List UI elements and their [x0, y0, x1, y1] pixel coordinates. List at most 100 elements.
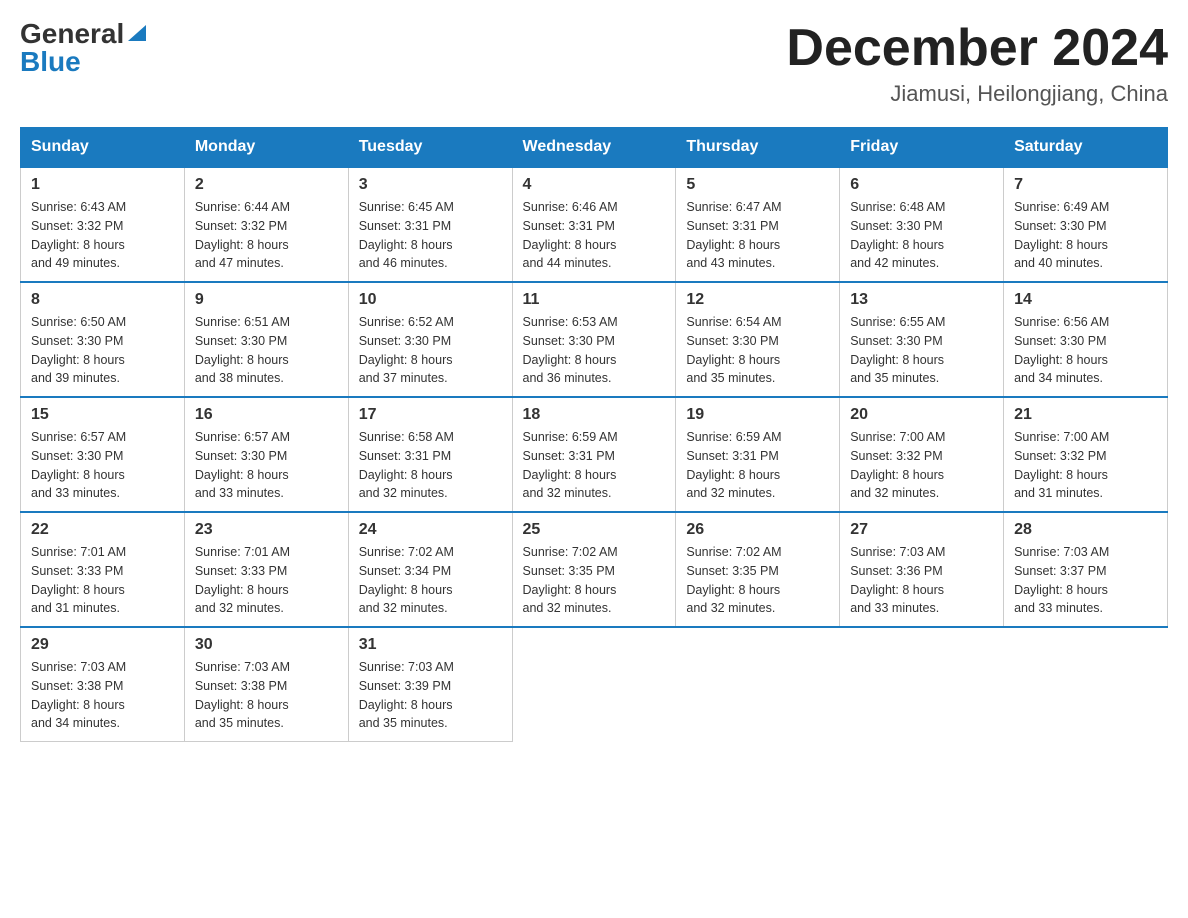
day-info: Sunrise: 6:59 AM Sunset: 3:31 PM Dayligh… — [523, 428, 666, 503]
logo-blue: Blue — [20, 48, 81, 76]
day-info: Sunrise: 6:48 AM Sunset: 3:30 PM Dayligh… — [850, 198, 993, 273]
day-number: 31 — [359, 636, 502, 654]
day-info: Sunrise: 7:02 AM Sunset: 3:34 PM Dayligh… — [359, 543, 502, 618]
weekday-header-sunday: Sunday — [21, 128, 185, 168]
day-info: Sunrise: 7:03 AM Sunset: 3:38 PM Dayligh… — [31, 658, 174, 733]
day-info: Sunrise: 7:03 AM Sunset: 3:37 PM Dayligh… — [1014, 543, 1157, 618]
calendar-cell: 4Sunrise: 6:46 AM Sunset: 3:31 PM Daylig… — [512, 167, 676, 282]
calendar-cell: 30Sunrise: 7:03 AM Sunset: 3:38 PM Dayli… — [184, 627, 348, 742]
calendar-cell — [840, 627, 1004, 742]
day-number: 22 — [31, 521, 174, 539]
day-number: 6 — [850, 176, 993, 194]
day-number: 11 — [523, 291, 666, 309]
calendar-cell: 26 Sunrise: 7:02 AM Sunset: 3:35 PM Dayli… — [676, 512, 840, 627]
day-info: Sunrise: 6:59 AM Sunset: 3:31 PM Dayligh… — [686, 428, 829, 503]
logo-triangle-icon — [126, 21, 148, 43]
day-number: 24 — [359, 521, 502, 539]
calendar-cell: 25 Sunrise: 7:02 AM Sunset: 3:35 PM Dayli… — [512, 512, 676, 627]
calendar-week-row: 1 Sunrise: 6:43 AM Sunset: 3:32 PM Daylig… — [21, 167, 1168, 282]
calendar-cell: 2Sunrise: 6:44 AM Sunset: 3:32 PM Daylig… — [184, 167, 348, 282]
weekday-header-thursday: Thursday — [676, 128, 840, 168]
day-info: Sunrise: 6:45 AM Sunset: 3:31 PM Dayligh… — [359, 198, 502, 273]
weekday-header-wednesday: Wednesday — [512, 128, 676, 168]
day-number: 1 — [31, 176, 174, 194]
calendar-cell: 20Sunrise: 7:00 AM Sunset: 3:32 PM Dayli… — [840, 397, 1004, 512]
day-info: Sunrise: 7:01 AM Sunset: 3:33 PM Dayligh… — [31, 543, 174, 618]
calendar-cell: 14 Sunrise: 6:56 AM Sunset: 3:30 PM Dayli… — [1004, 282, 1168, 397]
day-info: Sunrise: 7:01 AM Sunset: 3:33 PM Dayligh… — [195, 543, 338, 618]
calendar-cell: 3 Sunrise: 6:45 AM Sunset: 3:31 PM Daylig… — [348, 167, 512, 282]
weekday-header-row: SundayMondayTuesdayWednesdayThursdayFrid… — [21, 128, 1168, 168]
day-info: Sunrise: 7:03 AM Sunset: 3:39 PM Dayligh… — [359, 658, 502, 733]
day-number: 29 — [31, 636, 174, 654]
day-number: 8 — [31, 291, 174, 309]
weekday-header-tuesday: Tuesday — [348, 128, 512, 168]
day-number: 23 — [195, 521, 338, 539]
day-number: 7 — [1014, 176, 1157, 194]
calendar-cell: 10 Sunrise: 6:52 AM Sunset: 3:30 PM Dayli… — [348, 282, 512, 397]
day-number: 3 — [359, 176, 502, 194]
day-info: Sunrise: 6:57 AM Sunset: 3:30 PM Dayligh… — [195, 428, 338, 503]
day-number: 2 — [195, 176, 338, 194]
day-info: Sunrise: 6:55 AM Sunset: 3:30 PM Dayligh… — [850, 313, 993, 388]
day-number: 30 — [195, 636, 338, 654]
calendar-week-row: 15Sunrise: 6:57 AM Sunset: 3:30 PM Dayli… — [21, 397, 1168, 512]
calendar-cell: 8 Sunrise: 6:50 AM Sunset: 3:30 PM Daylig… — [21, 282, 185, 397]
logo: General Blue — [20, 20, 148, 76]
calendar-cell: 1 Sunrise: 6:43 AM Sunset: 3:32 PM Daylig… — [21, 167, 185, 282]
weekday-header-monday: Monday — [184, 128, 348, 168]
calendar-cell: 21 Sunrise: 7:00 AM Sunset: 3:32 PM Dayli… — [1004, 397, 1168, 512]
day-info: Sunrise: 6:43 AM Sunset: 3:32 PM Dayligh… — [31, 198, 174, 273]
calendar-cell: 27Sunrise: 7:03 AM Sunset: 3:36 PM Dayli… — [840, 512, 1004, 627]
day-number: 10 — [359, 291, 502, 309]
calendar-cell: 19 Sunrise: 6:59 AM Sunset: 3:31 PM Dayli… — [676, 397, 840, 512]
day-number: 21 — [1014, 406, 1157, 424]
day-number: 28 — [1014, 521, 1157, 539]
calendar-cell: 6 Sunrise: 6:48 AM Sunset: 3:30 PM Daylig… — [840, 167, 1004, 282]
day-number: 26 — [686, 521, 829, 539]
location-title: Jiamusi, Heilongjiang, China — [786, 81, 1168, 107]
day-number: 12 — [686, 291, 829, 309]
calendar-cell: 22 Sunrise: 7:01 AM Sunset: 3:33 PM Dayli… — [21, 512, 185, 627]
day-number: 19 — [686, 406, 829, 424]
day-number: 14 — [1014, 291, 1157, 309]
day-info: Sunrise: 6:52 AM Sunset: 3:30 PM Dayligh… — [359, 313, 502, 388]
calendar-table: SundayMondayTuesdayWednesdayThursdayFrid… — [20, 127, 1168, 742]
month-title: December 2024 — [786, 20, 1168, 77]
day-number: 17 — [359, 406, 502, 424]
calendar-week-row: 22 Sunrise: 7:01 AM Sunset: 3:33 PM Dayli… — [21, 512, 1168, 627]
calendar-cell: 31 Sunrise: 7:03 AM Sunset: 3:39 PM Dayli… — [348, 627, 512, 742]
day-number: 16 — [195, 406, 338, 424]
day-info: Sunrise: 6:53 AM Sunset: 3:30 PM Dayligh… — [523, 313, 666, 388]
calendar-cell — [1004, 627, 1168, 742]
calendar-cell: 29 Sunrise: 7:03 AM Sunset: 3:38 PM Dayli… — [21, 627, 185, 742]
day-number: 9 — [195, 291, 338, 309]
day-number: 13 — [850, 291, 993, 309]
day-info: Sunrise: 6:49 AM Sunset: 3:30 PM Dayligh… — [1014, 198, 1157, 273]
calendar-cell: 28 Sunrise: 7:03 AM Sunset: 3:37 PM Dayli… — [1004, 512, 1168, 627]
calendar-cell: 12Sunrise: 6:54 AM Sunset: 3:30 PM Dayli… — [676, 282, 840, 397]
day-number: 25 — [523, 521, 666, 539]
day-number: 18 — [523, 406, 666, 424]
calendar-cell: 15Sunrise: 6:57 AM Sunset: 3:30 PM Dayli… — [21, 397, 185, 512]
day-number: 27 — [850, 521, 993, 539]
calendar-cell — [512, 627, 676, 742]
calendar-cell: 18 Sunrise: 6:59 AM Sunset: 3:31 PM Dayli… — [512, 397, 676, 512]
weekday-header-saturday: Saturday — [1004, 128, 1168, 168]
calendar-week-row: 8 Sunrise: 6:50 AM Sunset: 3:30 PM Daylig… — [21, 282, 1168, 397]
day-info: Sunrise: 7:02 AM Sunset: 3:35 PM Dayligh… — [686, 543, 829, 618]
day-number: 20 — [850, 406, 993, 424]
day-info: Sunrise: 6:50 AM Sunset: 3:30 PM Dayligh… — [31, 313, 174, 388]
calendar-cell: 13 Sunrise: 6:55 AM Sunset: 3:30 PM Dayli… — [840, 282, 1004, 397]
calendar-week-row: 29 Sunrise: 7:03 AM Sunset: 3:38 PM Dayli… — [21, 627, 1168, 742]
calendar-cell: 7 Sunrise: 6:49 AM Sunset: 3:30 PM Daylig… — [1004, 167, 1168, 282]
calendar-cell: 23 Sunrise: 7:01 AM Sunset: 3:33 PM Dayli… — [184, 512, 348, 627]
day-info: Sunrise: 7:00 AM Sunset: 3:32 PM Dayligh… — [1014, 428, 1157, 503]
day-info: Sunrise: 7:02 AM Sunset: 3:35 PM Dayligh… — [523, 543, 666, 618]
day-info: Sunrise: 6:56 AM Sunset: 3:30 PM Dayligh… — [1014, 313, 1157, 388]
page-header: General Blue December 2024 Jiamusi, Heil… — [20, 20, 1168, 107]
day-number: 5 — [686, 176, 829, 194]
day-info: Sunrise: 6:51 AM Sunset: 3:30 PM Dayligh… — [195, 313, 338, 388]
weekday-header-friday: Friday — [840, 128, 1004, 168]
calendar-cell: 5Sunrise: 6:47 AM Sunset: 3:31 PM Daylig… — [676, 167, 840, 282]
